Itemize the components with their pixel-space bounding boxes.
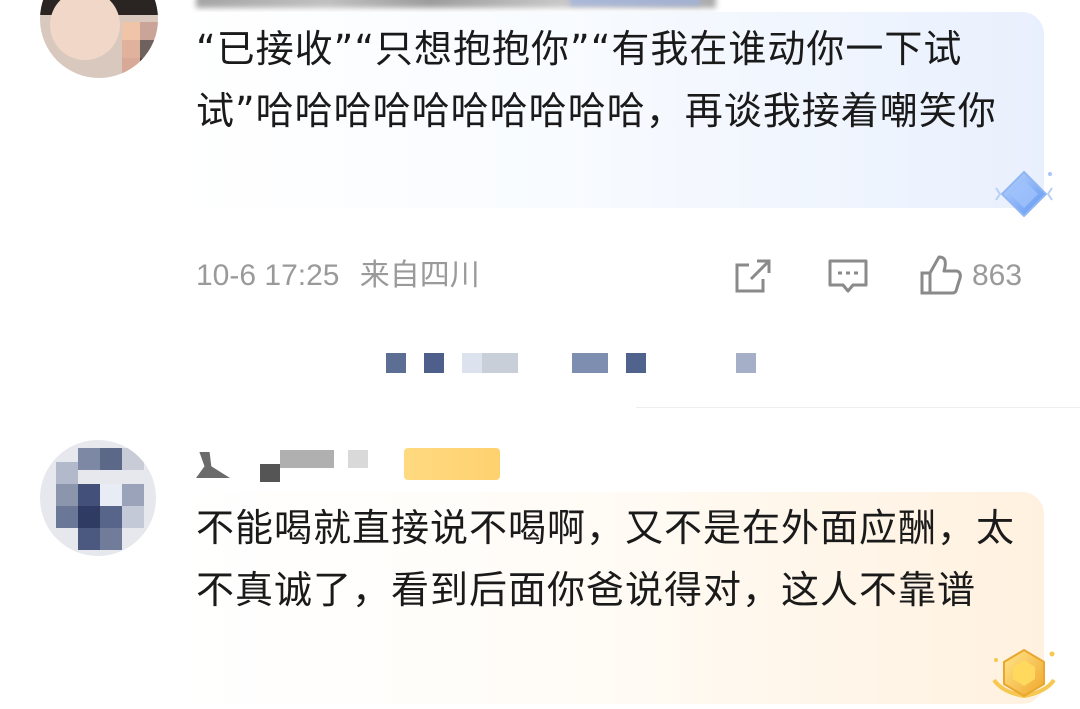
comment-divider — [636, 407, 1080, 408]
diamond-badge-icon — [995, 170, 1053, 218]
gold-badge-icon — [992, 648, 1056, 699]
share-icon[interactable] — [733, 257, 773, 295]
username-redacted — [196, 446, 506, 486]
user-avatar[interactable] — [40, 0, 158, 78]
comment-meta: 10-6 17:25 来自四川 — [196, 258, 480, 294]
comment-text: “已接收”“只想抱抱你”“有我在谁动你一下试试”哈哈哈哈哈哈哈哈哈哈，再谈我接着… — [196, 27, 997, 133]
comment-icon[interactable] — [827, 257, 869, 295]
user-avatar[interactable] — [40, 440, 156, 556]
view-replies-redacted[interactable] — [386, 353, 766, 375]
like-icon[interactable] — [918, 253, 964, 297]
comment-text: 不能喝就直接说不喝啊，又不是在外面应酬，太不真诚了，看到后面你爸说得对，这人不靠… — [196, 506, 1016, 612]
comment-location: 来自四川 — [359, 259, 480, 292]
comment-time: 10-6 17:25 — [196, 259, 340, 292]
user-badge-redacted — [570, 0, 700, 6]
like-count: 863 — [972, 259, 1023, 292]
